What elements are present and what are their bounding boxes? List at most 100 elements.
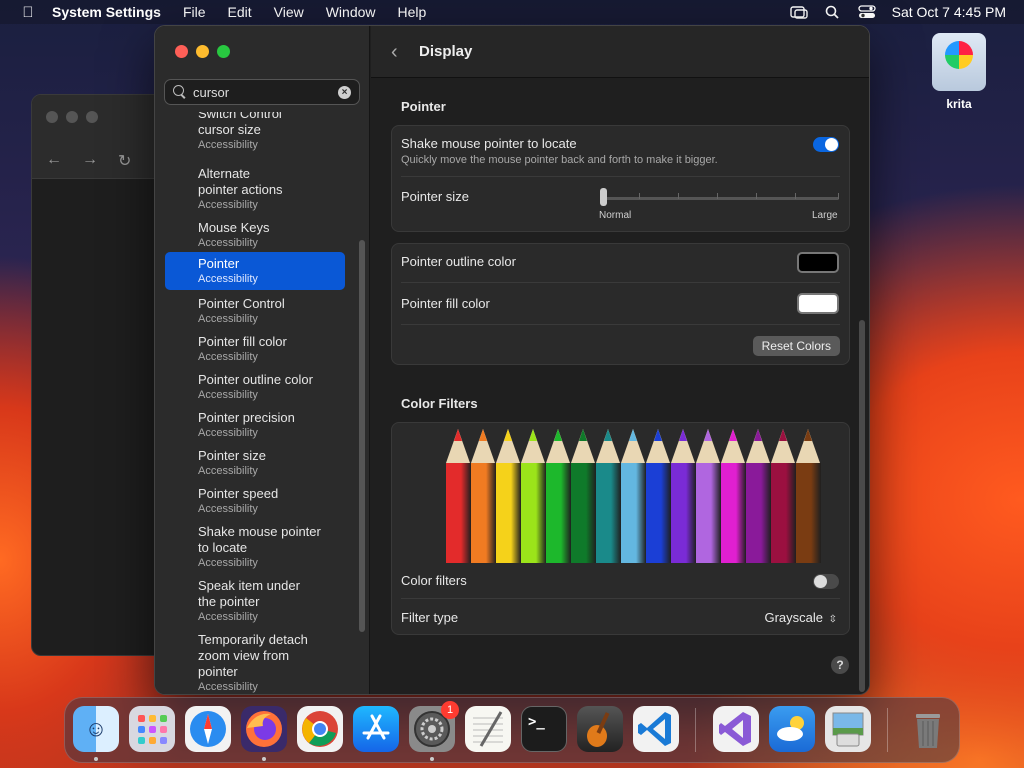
fill-color-label: Pointer fill color [401,296,490,311]
result-switch-control-cursor-size[interactable]: Switch Control cursor size Accessibility [165,112,345,152]
notification-badge: 1 [441,701,459,719]
dock-launchpad[interactable] [129,706,175,752]
trash-icon [916,714,940,748]
color-filters-label: Color filters [401,573,467,588]
color-filters-toggle[interactable] [813,574,839,589]
forward-arrow-icon[interactable]: → [82,151,98,171]
dock-firefox[interactable] [241,706,287,752]
desktop-icon-label: krita [946,97,972,111]
result-alternate-pointer-actions[interactable]: Alternate pointer actions Accessibility [165,166,345,212]
screen-mirroring-icon[interactable] [789,5,808,19]
result-title: Pointer fill color [198,334,287,349]
dock-visual-studio[interactable] [713,706,759,752]
search-input[interactable]: cursor [193,85,229,100]
shake-pointer-toggle[interactable] [813,137,839,152]
terminal-icon: >_ [528,714,545,730]
safari-icon [190,711,226,747]
content-scrollbar[interactable] [859,320,865,692]
dock-weather[interactable] [769,706,815,752]
dock-terminal[interactable]: >_ [521,706,567,752]
result-subtitle: Accessibility [198,351,258,363]
slider-max-label: Large [812,210,838,221]
dock: ☺ 1 >_ [64,697,960,763]
menu-file[interactable]: File [183,4,206,20]
result-title: Pointer Control [198,296,285,311]
dock-vscode[interactable] [633,706,679,752]
garageband-icon [587,712,610,747]
result-pointer-speed[interactable]: Pointer speed Accessibility [165,486,345,516]
section-heading-pointer: Pointer [401,99,446,114]
result-pointer-control[interactable]: Pointer Control Accessibility [165,296,345,326]
dock-safari[interactable] [185,706,231,752]
result-title: Pointer size [198,448,266,463]
menu-view[interactable]: View [274,4,304,20]
filter-type-popup[interactable]: Grayscale ⇳ [764,610,837,625]
pointer-colors-card: Pointer outline color Pointer fill color… [391,243,850,365]
shake-pointer-description: Quickly move the mouse pointer back and … [401,154,718,166]
result-temporarily-detach-zoom[interactable]: Temporarily detach zoom view from pointe… [165,632,345,694]
zoom-window-button[interactable] [217,45,230,58]
result-mouse-keys[interactable]: Mouse Keys Accessibility [165,220,345,250]
menu-window[interactable]: Window [326,4,376,20]
result-pointer-size[interactable]: Pointer size Accessibility [165,448,345,478]
content-titlebar: ‹ Display [371,26,869,78]
up-down-chevron-icon: ⇳ [828,614,837,625]
visual-studio-icon [719,712,751,746]
menu-help[interactable]: Help [398,4,427,20]
filter-type-label: Filter type [401,610,459,625]
outline-color-well[interactable] [797,252,839,273]
dock-trash[interactable] [905,706,951,752]
vscode-icon [638,712,671,746]
control-center-icon[interactable] [857,5,876,19]
color-filters-card: Color filters Filter type Grayscale ⇳ [391,422,850,635]
dock-preview[interactable] [825,706,871,752]
page-title: Display [419,43,473,60]
menu-app-name[interactable]: System Settings [52,4,161,20]
help-button[interactable]: ? [831,656,849,674]
result-pointer-precision[interactable]: Pointer precision Accessibility [165,410,345,440]
sidebar-scrollbar[interactable] [359,240,365,632]
desktop-icon-krita[interactable]: krita [926,33,992,111]
result-shake-mouse-pointer[interactable]: Shake mouse pointer to locate Accessibil… [165,524,345,570]
apple-menu-icon[interactable]:  [18,4,38,21]
menu-clock[interactable]: Sat Oct 7 4:45 PM [892,4,1006,20]
result-pointer-fill-color[interactable]: Pointer fill color Accessibility [165,334,345,364]
pointer-size-slider-thumb[interactable] [600,188,607,206]
pencil [596,429,621,563]
back-chevron-icon[interactable]: ‹ [391,41,398,64]
dock-app-store[interactable] [353,706,399,752]
pencil [521,429,546,563]
fill-color-well[interactable] [797,293,839,314]
result-title: Pointer speed [198,486,279,501]
minimize-window-button[interactable] [196,45,209,58]
reload-icon[interactable]: ↻ [118,151,131,171]
chrome-icon [302,711,338,747]
result-title: Speak item under [198,578,300,593]
clear-search-icon[interactable]: × [338,86,351,99]
dock-system-settings[interactable]: 1 [409,701,459,752]
pencil [696,429,721,563]
pencil [621,429,646,563]
dock-garageband[interactable] [577,706,623,752]
dock-textedit[interactable] [465,706,511,752]
search-field[interactable]: cursor × [164,79,360,105]
dock-chrome[interactable] [297,706,343,752]
background-window[interactable]: ← → ↻ [31,94,171,656]
dock-finder[interactable]: ☺ [73,706,119,752]
pencil [571,429,596,563]
back-arrow-icon[interactable]: ← [46,151,62,171]
close-window-button[interactable] [175,45,188,58]
weather-icon [777,716,804,741]
menu-edit[interactable]: Edit [228,4,252,20]
reset-colors-button[interactable]: Reset Colors [752,336,840,356]
section-heading-color-filters: Color Filters [401,396,478,411]
result-speak-item-under-pointer[interactable]: Speak item under the pointer Accessibili… [165,578,345,624]
result-pointer[interactable]: Pointer Accessibility [165,252,345,290]
spotlight-search-icon[interactable] [824,5,842,19]
result-pointer-outline-color[interactable]: Pointer outline color Accessibility [165,372,345,402]
pencil [721,429,746,563]
result-title: Pointer [198,256,240,271]
divider [401,598,840,599]
pointer-size-slider-track[interactable] [602,197,839,200]
app-store-icon [362,714,390,740]
